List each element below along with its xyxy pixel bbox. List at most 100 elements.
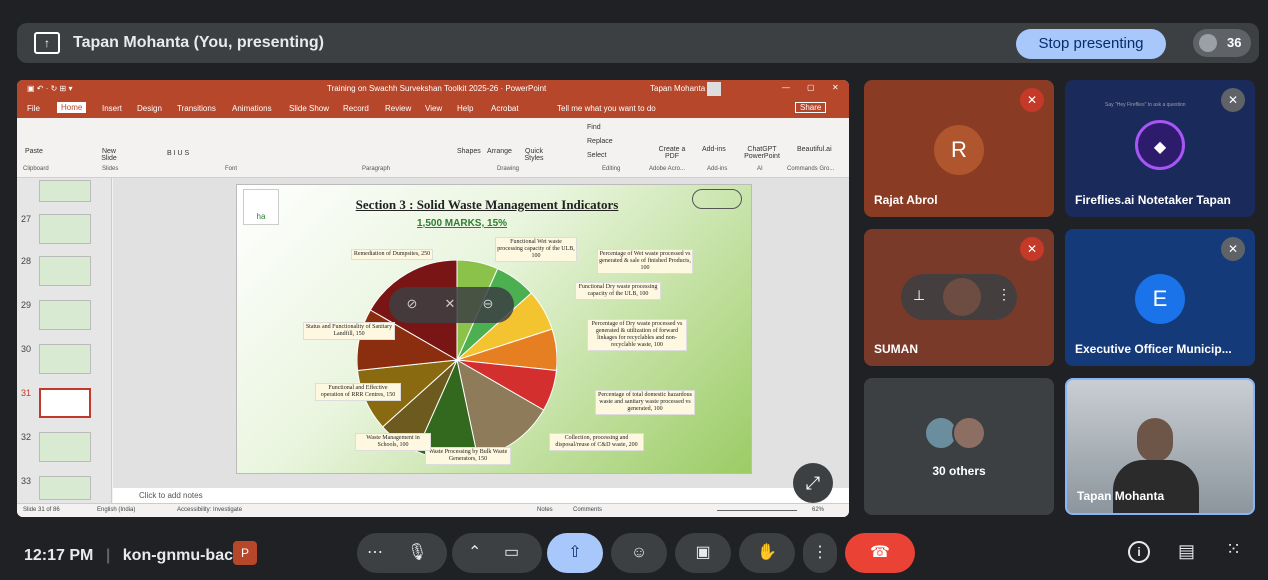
chatgpt-button[interactable]: ChatGPT PowerPoint: [742, 146, 782, 160]
mic-control[interactable]: ⋯ 🎙: [357, 533, 447, 573]
participants-button[interactable]: 36: [1193, 29, 1251, 57]
slide-number: 27: [21, 214, 32, 224]
participant-count: 36: [1227, 35, 1242, 50]
slide-title: Section 3 : Solid Waste Management Indic…: [355, 197, 619, 212]
mute-icon[interactable]: ✕: [441, 296, 459, 314]
tell-me-search[interactable]: Tell me what you want to do: [557, 104, 656, 113]
pie-label: Percentage of Dry waste processed vs gen…: [587, 319, 687, 351]
slide-thumbnail[interactable]: [39, 476, 91, 500]
tab-view[interactable]: View: [425, 104, 442, 113]
presenting-bar: ↑ Tapan Mohanta (You, presenting) Stop p…: [17, 23, 1259, 63]
participant-tile-self[interactable]: Tapan Mohanta: [1065, 378, 1255, 515]
participant-name: SUMAN: [874, 342, 918, 356]
slide-thumbnail[interactable]: [39, 432, 91, 462]
tab-animations[interactable]: Animations: [232, 104, 272, 113]
tab-transitions[interactable]: Transitions: [177, 104, 216, 113]
fullscreen-expand-button[interactable]: ⤢: [793, 463, 833, 503]
tab-design[interactable]: Design: [137, 104, 162, 113]
participant-tile-others[interactable]: 30 others: [864, 378, 1054, 515]
select-button[interactable]: Select: [587, 152, 606, 159]
participant-tile-exec-officer[interactable]: E ✕ Executive Officer Municip...: [1065, 229, 1255, 366]
find-button[interactable]: Find: [587, 124, 601, 131]
ribbon: Paste New Slide B I U S Shapes Arrange Q…: [17, 118, 849, 178]
ppt-titlebar: ▣ ↶ · ↻ ⊞ ▾ Training on Swachh Surveksha…: [17, 80, 849, 98]
tab-record[interactable]: Record: [343, 104, 369, 113]
pin-icon[interactable]: ⊥: [913, 287, 925, 304]
participant-tile-rajat[interactable]: R ✕ Rajat Abrol: [864, 80, 1054, 217]
tile-controls-overlay: ⊘ ✕ ⊖: [389, 287, 514, 323]
close-icon[interactable]: ✕: [832, 83, 839, 92]
tab-help[interactable]: Help: [457, 104, 473, 113]
participant-tile-suman[interactable]: ⊥ ⋮ ✕ SUMAN: [864, 229, 1054, 366]
language[interactable]: English (India): [97, 507, 135, 513]
mic-icon[interactable]: 🎙: [407, 533, 427, 573]
share-button[interactable]: Share: [795, 102, 827, 113]
slide-number: 29: [21, 300, 32, 310]
notes-toggle[interactable]: Notes: [537, 507, 553, 513]
tab-acrobat[interactable]: Acrobat: [491, 104, 519, 113]
paste-button[interactable]: Paste: [25, 148, 43, 155]
user-avatar-icon[interactable]: [707, 82, 721, 96]
leave-call-button[interactable]: ☎: [845, 533, 915, 573]
powerpoint-tab-icon[interactable]: P: [233, 541, 257, 565]
create-pdf-button[interactable]: Create a PDF: [657, 146, 687, 160]
group-label: Commands Gro...: [787, 166, 835, 172]
slide-canvas[interactable]: ha Section 3 : Solid Waste Management In…: [236, 184, 752, 474]
maximize-icon[interactable]: ▢: [807, 83, 815, 92]
unpin-icon[interactable]: ⊘: [403, 296, 421, 314]
slide-thumbnail-selected[interactable]: [39, 388, 91, 418]
raise-hand-button[interactable]: ✋: [739, 533, 795, 573]
chat-icon[interactable]: ▤: [1178, 541, 1195, 562]
addins-button[interactable]: Add-ins: [702, 146, 726, 153]
slide-thumbnail[interactable]: [39, 300, 91, 330]
shapes-button[interactable]: Shapes: [457, 148, 481, 155]
meeting-info-icon[interactable]: i: [1128, 541, 1150, 563]
pie-label: Collection, processing and disposal/reus…: [549, 433, 644, 451]
slide-thumbnail[interactable]: [39, 256, 91, 286]
avatar: E: [1135, 274, 1185, 324]
beautiful-button[interactable]: Beautiful.ai: [797, 146, 832, 153]
camera-control[interactable]: ⌃ ▭: [452, 533, 542, 573]
stop-presenting-button[interactable]: Stop presenting: [1016, 29, 1166, 59]
more-audio-options-icon[interactable]: ⋯: [367, 533, 383, 573]
zoom-level[interactable]: 62%: [812, 507, 824, 513]
captions-button[interactable]: ▣: [675, 533, 731, 573]
slide-subtitle: 1,500 MARKS, 15%: [417, 218, 508, 229]
new-slide-button[interactable]: New Slide: [95, 148, 123, 162]
accessibility-status[interactable]: Accessibility: Investigate: [177, 507, 242, 513]
more-options-button[interactable]: ⋮: [803, 533, 837, 573]
more-options-icon[interactable]: ⋮: [997, 286, 1011, 303]
tab-home[interactable]: Home: [57, 102, 87, 113]
slide-thumbnail[interactable]: [39, 214, 91, 244]
zoom-slider[interactable]: [717, 510, 797, 511]
hand-icon: ✋: [757, 544, 777, 561]
tab-insert[interactable]: Insert: [102, 104, 122, 113]
mic-off-icon: ✕: [1020, 88, 1044, 112]
remove-icon[interactable]: ⊖: [479, 296, 497, 314]
slide-thumbnail[interactable]: [39, 344, 91, 374]
group-label: Adobe Acro...: [649, 166, 686, 172]
minimize-icon[interactable]: —: [782, 83, 790, 92]
emoji-button[interactable]: ☺: [611, 533, 667, 573]
comments-toggle[interactable]: Comments: [573, 507, 602, 513]
replace-button[interactable]: Replace: [587, 138, 613, 145]
participant-tile-fireflies[interactable]: Say "Hey Fireflies" to ask a question ◆ …: [1065, 80, 1255, 217]
meeting-controls: 12:17 PM | kon-gnmu-bac P ⋯ 🎙 ⌃ ▭ ⇧ ☺ ▣ …: [0, 525, 1268, 580]
chevron-up-icon[interactable]: ⌃: [468, 533, 481, 573]
tab-slideshow[interactable]: Slide Show: [289, 104, 329, 113]
arrange-button[interactable]: Arrange: [487, 148, 512, 155]
slide-thumbnail[interactable]: [39, 180, 91, 202]
quick-styles-button[interactable]: Quick Styles: [520, 148, 548, 162]
pie-label: Functional Wet waste processing capacity…: [495, 237, 577, 262]
notes-pane[interactable]: Click to add notes: [113, 488, 849, 503]
hang-up-icon: ☎: [870, 544, 890, 561]
present-button[interactable]: ⇧: [547, 533, 603, 573]
font-formatting[interactable]: B I U S: [167, 150, 189, 157]
activities-icon[interactable]: ⁙: [1226, 539, 1241, 560]
tab-file[interactable]: File: [27, 104, 40, 113]
fireflies-logo-icon: ◆: [1135, 120, 1185, 170]
camera-icon[interactable]: ▭: [504, 533, 519, 573]
tab-review[interactable]: Review: [385, 104, 411, 113]
avatar: R: [934, 125, 984, 175]
quick-access-toolbar[interactable]: ▣ ↶ · ↻ ⊞ ▾: [27, 84, 72, 93]
